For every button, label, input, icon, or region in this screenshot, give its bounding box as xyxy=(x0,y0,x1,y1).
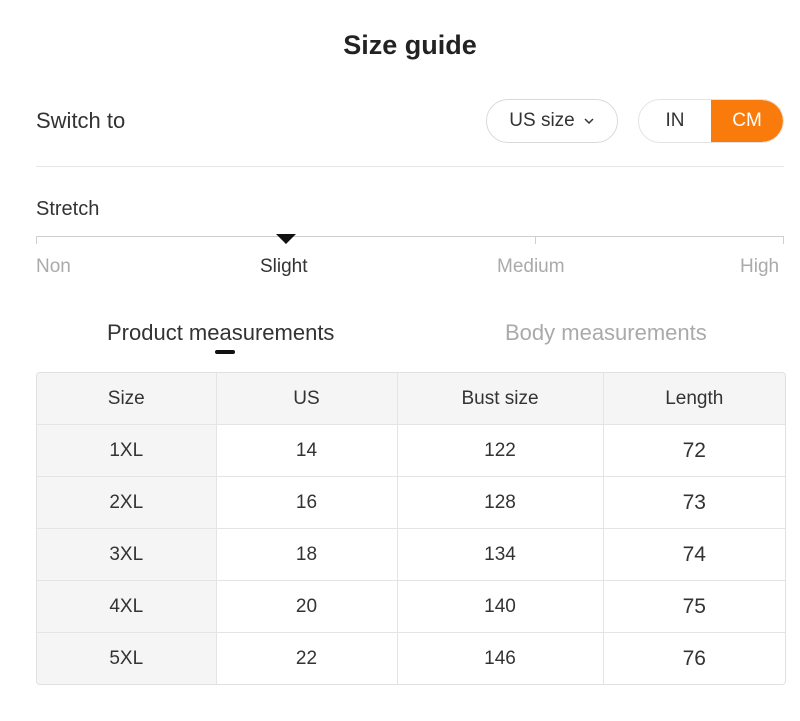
column-header-length: Length xyxy=(603,373,785,425)
divider xyxy=(36,166,784,167)
stretch-tick xyxy=(36,236,37,244)
stretch-tick xyxy=(535,236,536,244)
size-system-dropdown[interactable]: US size xyxy=(486,99,618,143)
cell-length: 76 xyxy=(682,646,706,670)
column-header-bust: Bust size xyxy=(397,373,604,425)
stretch-level-medium: Medium xyxy=(497,256,565,277)
cell-size: 2XL xyxy=(37,476,217,529)
stretch-level-slight: Slight xyxy=(260,256,308,277)
cell-us: 20 xyxy=(216,580,398,633)
unit-option-cm[interactable]: CM xyxy=(711,100,783,142)
cell-length: 74 xyxy=(603,528,785,581)
stretch-scale-line xyxy=(36,236,784,237)
stretch-label: Stretch xyxy=(36,198,100,220)
chevron-down-icon xyxy=(584,118,594,125)
cell-us: 16 xyxy=(216,476,398,529)
tab-product-measurements[interactable]: Product measurements xyxy=(107,320,334,346)
table-row: 1XL 14 122 72 xyxy=(37,424,785,477)
size-system-value: US size xyxy=(509,110,575,131)
switch-to-label: Switch to xyxy=(36,108,126,133)
table-row: 4XL 20 140 75 xyxy=(37,580,785,633)
cell-bust: 140 xyxy=(397,580,604,633)
unit-toggle: IN CM xyxy=(638,99,784,143)
unit-option-in[interactable]: IN xyxy=(639,100,711,142)
cell-length: 73 xyxy=(603,476,785,529)
cell-size: 5XL xyxy=(37,632,217,684)
cell-size: 4XL xyxy=(37,580,217,633)
column-header-us: US xyxy=(216,373,398,425)
cell-size: 3XL xyxy=(37,528,217,581)
stretch-tick xyxy=(783,236,784,244)
active-tab-indicator xyxy=(215,350,235,354)
cell-size: 1XL xyxy=(37,424,217,477)
cell-us: 14 xyxy=(216,424,398,477)
column-header-size: Size xyxy=(37,373,217,425)
tab-body-measurements[interactable]: Body measurements xyxy=(505,320,707,346)
page-title: Size guide xyxy=(343,30,477,60)
table-row: 2XL 16 128 73 xyxy=(37,476,785,529)
cell-bust: 146 xyxy=(397,632,604,684)
size-table: Size US Bust size Length 1XL 14 122 72 2… xyxy=(36,372,786,685)
cell-length: 75 xyxy=(603,580,785,633)
stretch-level-non: Non xyxy=(36,256,71,277)
stretch-level-high: High xyxy=(740,256,780,277)
table-header-row: Size US Bust size Length xyxy=(37,373,785,425)
cell-length: 72 xyxy=(603,424,785,477)
stretch-marker-icon xyxy=(276,234,296,244)
cell-bust: 128 xyxy=(397,476,604,529)
table-row: 5XL 22 146 76 xyxy=(37,632,785,684)
cell-bust: 122 xyxy=(397,424,604,477)
cell-us: 22 xyxy=(216,632,398,684)
cell-us: 18 xyxy=(216,528,398,581)
table-row: 3XL 18 134 74 xyxy=(37,528,785,581)
cell-bust: 134 xyxy=(397,528,604,581)
